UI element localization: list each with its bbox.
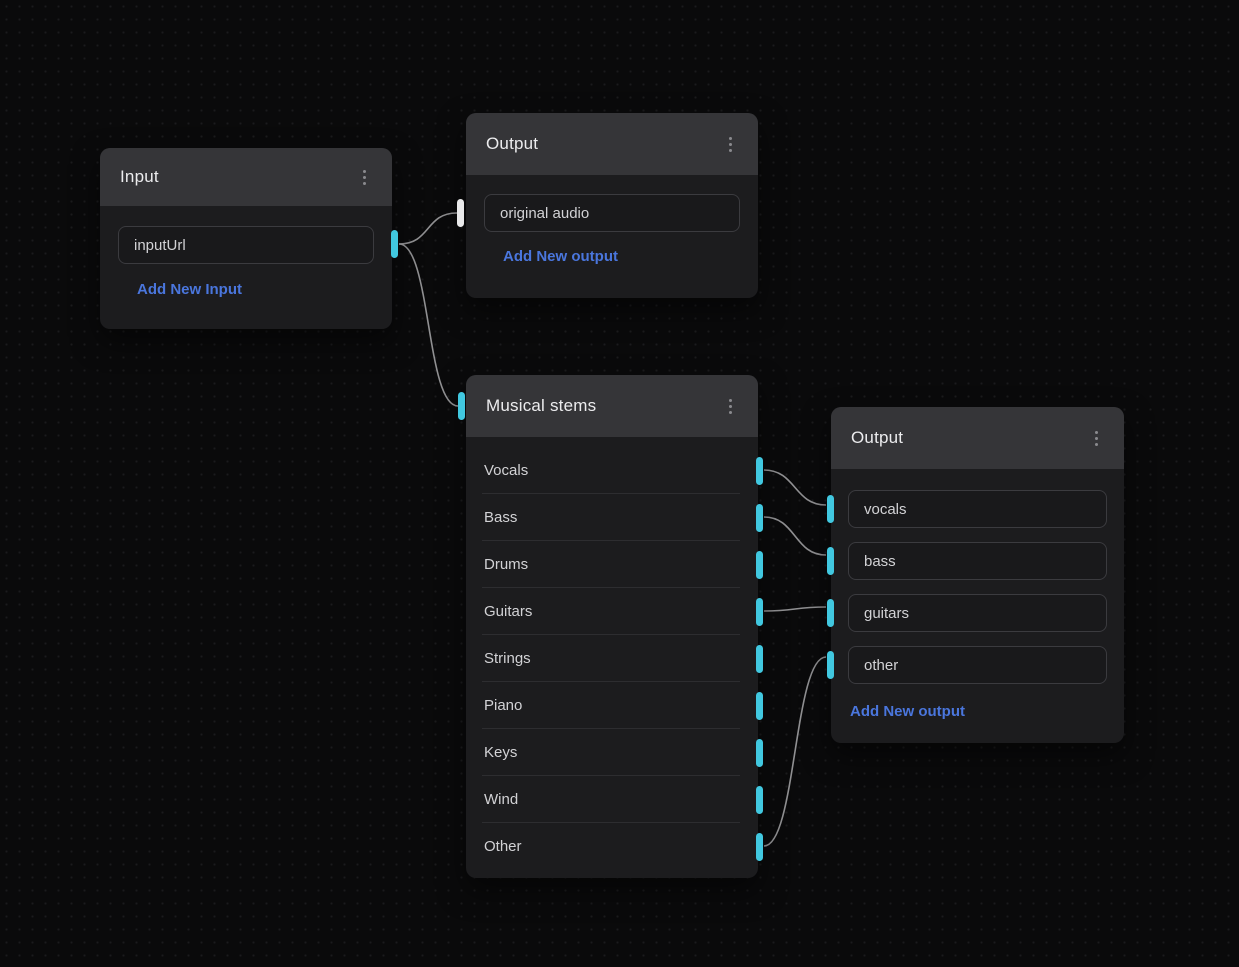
node-output-top-header[interactable]: Output <box>466 113 758 175</box>
stem-output-port[interactable] <box>756 598 763 626</box>
output-name-field[interactable]: bass <box>848 542 1107 580</box>
original-audio-field[interactable]: original audio <box>484 194 740 232</box>
node-input-body: inputUrl Add New Input <box>100 206 392 299</box>
kebab-menu-icon[interactable] <box>725 395 736 418</box>
output-right-fields: vocals bass guitars other <box>831 469 1124 684</box>
output-input-port[interactable] <box>827 495 834 523</box>
node-output-top[interactable]: Output original audio Add New output <box>466 113 758 298</box>
node-editor-canvas[interactable]: { "colors": { "background": "#0a0a0b", "… <box>0 0 1239 967</box>
output-top-input-port[interactable] <box>457 199 464 227</box>
stem-output-port[interactable] <box>756 551 763 579</box>
output-name-field[interactable]: other <box>848 646 1107 684</box>
output-field-row: other <box>848 646 1107 684</box>
output-field-row: bass <box>848 542 1107 580</box>
stem-output-port[interactable] <box>756 786 763 814</box>
stem-label: Vocals <box>484 462 528 479</box>
node-output-top-title: Output <box>486 134 538 154</box>
stem-label: Strings <box>484 650 531 667</box>
stem-row: Wind <box>466 776 758 823</box>
stem-output-port[interactable] <box>756 457 763 485</box>
output-input-port[interactable] <box>827 547 834 575</box>
add-new-input-link[interactable]: Add New Input <box>137 281 242 298</box>
add-new-output-link[interactable]: Add New output <box>503 248 618 265</box>
stem-output-port[interactable] <box>756 645 763 673</box>
output-field-row: vocals <box>848 490 1107 528</box>
connection-wire <box>764 657 826 846</box>
node-input-header[interactable]: Input <box>100 148 392 206</box>
input-url-field[interactable]: inputUrl <box>118 226 374 264</box>
stem-label: Bass <box>484 509 517 526</box>
node-output-right-header[interactable]: Output <box>831 407 1124 469</box>
stem-row: Keys <box>466 729 758 776</box>
kebab-menu-icon[interactable] <box>725 133 736 156</box>
stem-row: Drums <box>466 541 758 588</box>
stem-row: Piano <box>466 682 758 729</box>
output-field-row: guitars <box>848 594 1107 632</box>
stem-label: Keys <box>484 744 517 761</box>
output-name-field[interactable]: guitars <box>848 594 1107 632</box>
node-musical-stems-title: Musical stems <box>486 396 596 416</box>
node-input-title: Input <box>120 167 159 187</box>
stem-row: Strings <box>466 635 758 682</box>
input-node-output-port[interactable] <box>391 230 398 258</box>
output-input-port[interactable] <box>827 599 834 627</box>
stem-label: Drums <box>484 556 528 573</box>
connection-wire <box>764 517 826 555</box>
stem-output-port[interactable] <box>756 739 763 767</box>
stem-output-port[interactable] <box>756 692 763 720</box>
stem-row: Bass <box>466 494 758 541</box>
output-name-field[interactable]: vocals <box>848 490 1107 528</box>
connection-wire <box>399 213 457 244</box>
connection-wire <box>399 244 458 406</box>
node-output-right-title: Output <box>851 428 903 448</box>
kebab-menu-icon[interactable] <box>1091 427 1102 450</box>
node-output-right[interactable]: Output vocals bass guitars other Ad <box>831 407 1124 743</box>
stem-label: Other <box>484 838 522 855</box>
stem-row: Vocals <box>466 447 758 494</box>
stem-output-port[interactable] <box>756 504 763 532</box>
node-output-top-body: original audio Add New output <box>466 175 758 266</box>
stem-row: Other <box>466 823 758 870</box>
node-musical-stems-header[interactable]: Musical stems <box>466 375 758 437</box>
stem-row: Guitars <box>466 588 758 635</box>
stem-label: Piano <box>484 697 522 714</box>
stem-label: Wind <box>484 791 518 808</box>
node-musical-stems[interactable]: Musical stems Vocals Bass Drums Guitars <box>466 375 758 878</box>
output-input-port[interactable] <box>827 651 834 679</box>
add-new-output-link[interactable]: Add New output <box>850 703 965 720</box>
stem-output-port[interactable] <box>756 833 763 861</box>
connection-wire <box>764 607 826 611</box>
musical-stems-input-port[interactable] <box>458 392 465 420</box>
stem-label: Guitars <box>484 603 532 620</box>
node-input[interactable]: Input inputUrl Add New Input <box>100 148 392 329</box>
kebab-menu-icon[interactable] <box>359 166 370 189</box>
stems-list: Vocals Bass Drums Guitars Strings <box>466 437 758 870</box>
connection-wire <box>764 470 826 505</box>
